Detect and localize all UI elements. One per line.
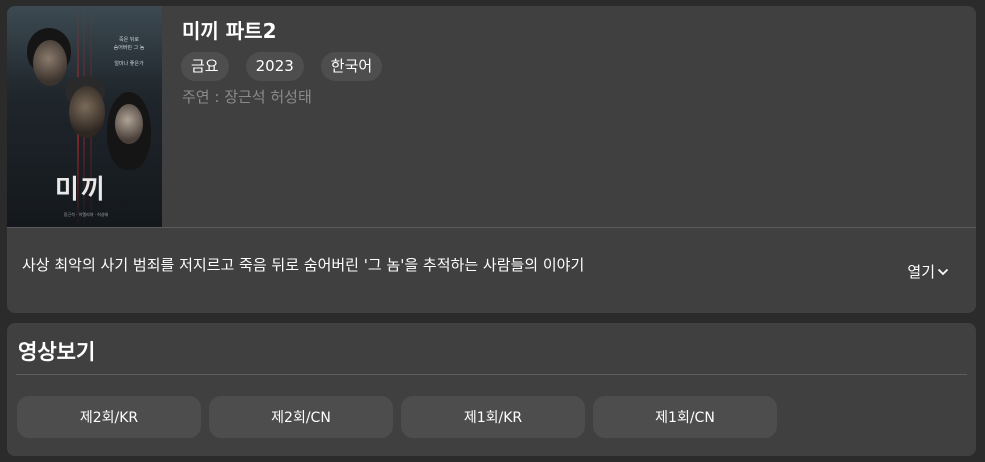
- episode-button[interactable]: 제2회/KR: [17, 396, 201, 438]
- video-section: 영상보기 제2회/KR 제2회/CN 제1회/KR 제1회/CN: [7, 323, 976, 456]
- poster-title: 미끼: [55, 175, 107, 205]
- episode-button[interactable]: 제2회/CN: [209, 396, 393, 438]
- show-title: 미끼 파트2: [182, 19, 277, 43]
- episode-button[interactable]: 제1회/CN: [593, 396, 777, 438]
- cast-text: 주연 : 장근석 허성태: [182, 88, 312, 106]
- poster-credits: 장근석 · 이엘리야 · 허성태: [63, 212, 109, 217]
- expand-button[interactable]: 열기: [907, 261, 949, 282]
- tag-year: 2023: [245, 52, 304, 81]
- episode-button[interactable]: 제1회/KR: [401, 396, 585, 438]
- section-heading: 영상보기: [18, 340, 96, 364]
- show-info-card: 죽은 뒤로 숨어버린 그 놈 얼마나 좋은가 미끼 장근석 · 이엘리야 · 허…: [7, 6, 976, 313]
- show-summary: 사상 최악의 사기 범죄를 저지르고 죽음 뒤로 숨어버린 '그 놈'을 추적하…: [22, 256, 585, 274]
- divider: [7, 227, 976, 228]
- chevron-down-icon: [937, 268, 949, 275]
- expand-label: 열기: [907, 263, 935, 281]
- tag-day: 금요: [181, 52, 229, 81]
- section-divider: [16, 374, 967, 375]
- poster-image: 죽은 뒤로 숨어버린 그 놈 얼마나 좋은가 미끼 장근석 · 이엘리야 · 허…: [7, 6, 162, 227]
- poster-tagline: 죽은 뒤로 숨어버린 그 놈 얼마나 좋은가: [113, 37, 145, 67]
- tag-language: 한국어: [320, 52, 383, 81]
- tag-list: 금요 2023 한국어: [181, 52, 383, 81]
- episode-list: 제2회/KR 제2회/CN 제1회/KR 제1회/CN: [17, 396, 777, 438]
